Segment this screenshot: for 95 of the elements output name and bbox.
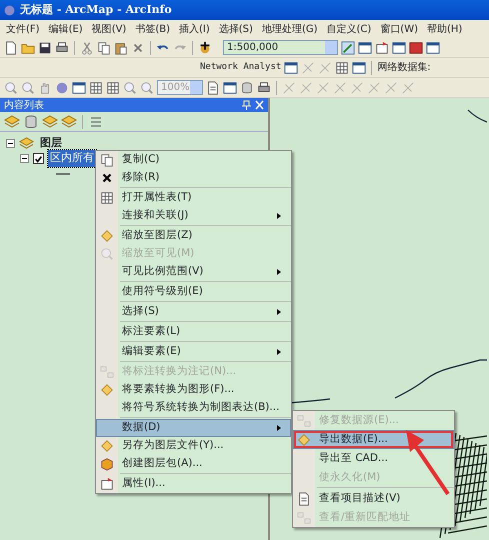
list-by-source-icon[interactable] bbox=[23, 114, 39, 130]
list-by-visibility-icon[interactable] bbox=[42, 114, 58, 130]
menu-item[interactable]: 选择(S) bbox=[96, 303, 291, 321]
page-icon[interactable] bbox=[206, 80, 220, 94]
scale-field[interactable]: 1:500,000 bbox=[223, 40, 338, 55]
pin-icon[interactable] bbox=[242, 100, 251, 110]
menu-item[interactable]: 帮助(H) bbox=[427, 22, 462, 36]
window-icon[interactable] bbox=[223, 80, 237, 94]
menu-item[interactable]: 复制(C) bbox=[96, 151, 291, 169]
layer-item[interactable]: 区内所有 bbox=[48, 150, 96, 167]
remove-icon bbox=[100, 171, 114, 185]
boundary-line bbox=[468, 110, 487, 123]
panel-title: 内容列表 bbox=[4, 98, 44, 112]
zoom-in-icon[interactable] bbox=[4, 80, 18, 94]
grid-icon[interactable] bbox=[106, 80, 120, 94]
window-icon[interactable] bbox=[358, 40, 372, 54]
grid-icon[interactable] bbox=[89, 80, 103, 94]
menu-item[interactable]: 另存为图层文件(Y)... bbox=[96, 437, 291, 455]
submenu-arrow-icon bbox=[277, 269, 281, 275]
add-data-icon[interactable] bbox=[198, 40, 212, 54]
line-symbol-icon bbox=[56, 170, 70, 176]
menu-item[interactable]: 自定义(C) bbox=[326, 22, 372, 36]
menu-item[interactable]: 标注要素(L) bbox=[96, 323, 291, 341]
print-icon[interactable] bbox=[257, 80, 271, 94]
menu-item[interactable]: 书签(B) bbox=[135, 22, 170, 36]
close-icon[interactable] bbox=[255, 100, 264, 110]
menu-item[interactable]: 导出至 CAD... bbox=[293, 449, 454, 468]
submenu-arrow-icon bbox=[277, 349, 281, 355]
menu-item[interactable]: 插入(I) bbox=[179, 22, 210, 36]
zoom-out-icon[interactable] bbox=[21, 80, 35, 94]
menu-item[interactable]: 视图(V) bbox=[92, 22, 126, 36]
properties-icon bbox=[100, 477, 114, 491]
convert-icon bbox=[100, 383, 114, 397]
rematch-icon bbox=[297, 510, 311, 524]
layer-package-icon bbox=[100, 457, 114, 471]
database-icon[interactable] bbox=[240, 80, 254, 94]
network-dataset-label: 网络数据集: bbox=[377, 61, 431, 75]
menu-item[interactable]: 可见比例范围(V) bbox=[96, 263, 291, 281]
catalog-icon[interactable] bbox=[375, 40, 389, 54]
menu-item[interactable]: 查看项目描述(V) bbox=[293, 489, 454, 508]
menu-item[interactable]: 选择(S) bbox=[218, 22, 253, 36]
checkbox[interactable] bbox=[33, 153, 44, 164]
menu-item[interactable]: 连接和关联(J) bbox=[96, 207, 291, 225]
grid-icon[interactable] bbox=[335, 60, 350, 74]
paste-icon[interactable] bbox=[114, 40, 128, 54]
app-icon bbox=[3, 4, 16, 16]
menu-item[interactable]: 打开属性表(T) bbox=[96, 189, 291, 207]
export-icon bbox=[297, 432, 311, 446]
list-by-drawing-order-icon[interactable] bbox=[4, 114, 20, 130]
menu-item[interactable]: 导出数据(E)... bbox=[293, 430, 454, 449]
save-layer-icon bbox=[100, 439, 114, 453]
menu-item[interactable]: 缩放至图层(Z) bbox=[96, 227, 291, 245]
tree-item[interactable]: 图层 bbox=[38, 135, 64, 152]
editor-icon[interactable] bbox=[341, 40, 355, 54]
layers-icon bbox=[19, 136, 34, 151]
menu-item[interactable]: 使用符号级别(E) bbox=[96, 283, 291, 301]
menu-item[interactable]: 属性(I)... bbox=[96, 475, 291, 493]
menu-item[interactable]: 地理处理(G) bbox=[262, 22, 318, 36]
callout-arrow bbox=[406, 430, 450, 496]
menu-item[interactable]: 编辑要素(E) bbox=[96, 343, 291, 361]
toolbox-icon[interactable] bbox=[409, 40, 423, 54]
zoom-to-layer-icon bbox=[100, 229, 114, 243]
menu-item[interactable]: 数据(D) bbox=[96, 419, 291, 437]
zoom-to-visible-icon bbox=[100, 247, 114, 261]
submenu-arrow-icon bbox=[277, 425, 281, 431]
table-icon bbox=[100, 191, 114, 205]
submenu-arrow-icon bbox=[277, 309, 281, 315]
expand-toggle[interactable] bbox=[6, 139, 15, 148]
window-icon[interactable] bbox=[72, 80, 86, 94]
directions-icon[interactable] bbox=[284, 60, 298, 74]
menu-item[interactable]: 创建图层包(A)... bbox=[96, 455, 291, 473]
menu-item[interactable]: 文件(F) bbox=[6, 22, 40, 36]
submenu-arrow-icon bbox=[277, 213, 281, 219]
zoom-out-icon[interactable] bbox=[140, 80, 154, 94]
new-document-icon[interactable] bbox=[4, 40, 18, 54]
save-icon[interactable] bbox=[38, 40, 52, 54]
repair-icon bbox=[297, 414, 311, 428]
window-icon[interactable] bbox=[392, 40, 406, 54]
expand-toggle[interactable] bbox=[20, 154, 29, 163]
window-icon[interactable] bbox=[426, 40, 440, 54]
menu-item[interactable]: 窗口(W) bbox=[380, 22, 418, 36]
window-icon[interactable] bbox=[352, 60, 366, 74]
menu-item[interactable]: 移除(R) bbox=[96, 169, 291, 187]
convert-icon bbox=[100, 365, 114, 379]
menu-item[interactable]: 将要素转换为图形(F)... bbox=[96, 381, 291, 399]
print-icon[interactable] bbox=[55, 40, 69, 54]
copy-icon bbox=[100, 153, 114, 167]
copy-icon[interactable] bbox=[97, 40, 111, 54]
menu-item[interactable]: 将符号系统转换为制图表达(B)... bbox=[96, 399, 291, 417]
network-analyst-menu[interactable]: Network Analyst bbox=[200, 60, 282, 74]
menu-item[interactable]: 编辑(E) bbox=[48, 22, 83, 36]
document-icon bbox=[297, 492, 311, 506]
cut-icon[interactable] bbox=[80, 40, 94, 54]
window-title: 无标题 - ArcMap - ArcInfo bbox=[20, 2, 172, 18]
list-by-selection-icon[interactable] bbox=[61, 114, 77, 130]
